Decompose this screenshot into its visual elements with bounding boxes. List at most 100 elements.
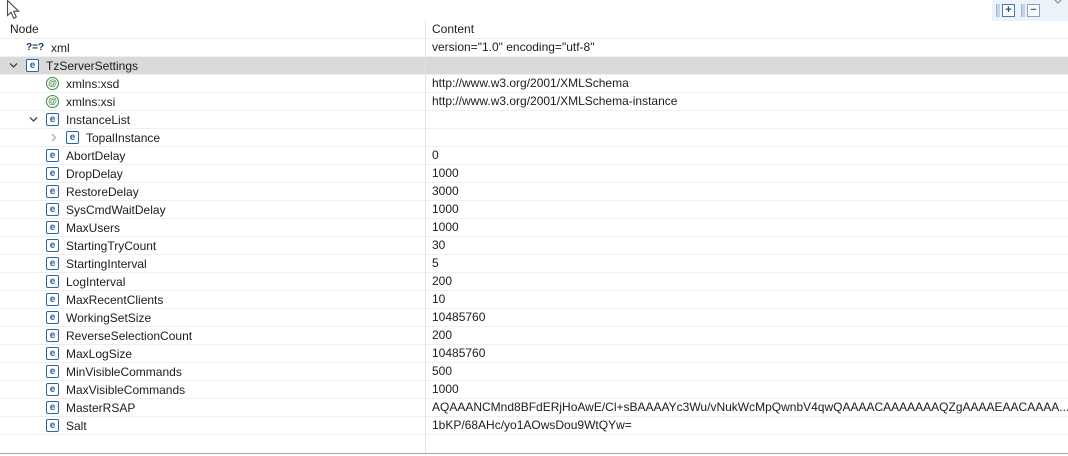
content-value: version="1.0" encoding="utf-8": [425, 39, 1068, 56]
node-label: DropDelay: [66, 167, 123, 181]
element-icon: e: [46, 239, 59, 252]
element-icon: e: [46, 365, 59, 378]
tree-row[interactable]: eMaxRecentClients10: [0, 291, 1068, 309]
panel-chevron-down-icon[interactable]: [1053, 0, 1063, 5]
node-label: AbortDelay: [66, 149, 125, 163]
chevron-spacer: [26, 183, 46, 200]
node-label: MasterRSAP: [66, 401, 135, 415]
element-icon: e: [26, 59, 39, 72]
node-label: TzServerSettings: [46, 59, 138, 73]
expand-all-button[interactable]: +: [996, 3, 1015, 18]
collapse-all-button[interactable]: −: [1021, 3, 1040, 18]
node-label: MaxRecentClients: [66, 293, 163, 307]
element-icon: e: [46, 221, 59, 234]
element-icon: e: [46, 149, 59, 162]
content-value: 200: [425, 273, 1068, 290]
node-cell: eSysCmdWaitDelay: [0, 201, 425, 218]
xml-grid: Node Content ?=? xml version="1.0" encodin…: [0, 21, 1068, 456]
xml-declaration-icon: ?=?: [26, 39, 44, 56]
tree-row[interactable]: @xmlns:xsdhttp://www.w3.org/2001/XMLSche…: [0, 75, 1068, 93]
tree-row[interactable]: e MinVisibleCommands 500: [0, 363, 1068, 381]
tree-row[interactable]: eSysCmdWaitDelay1000: [0, 201, 1068, 219]
chevron-spacer: [26, 75, 46, 92]
toolbar-button-group: + −: [992, 0, 1068, 21]
node-cell: e DropDelay: [0, 165, 425, 182]
element-icon: e: [46, 203, 59, 216]
node-label: MinVisibleCommands: [66, 365, 182, 379]
element-icon: e: [46, 113, 59, 126]
content-value: AQAAANCMnd8BFdERjHoAwE/Cl+sBAAAAYc3Wu/vN…: [425, 399, 1068, 416]
node-cell: e StartingInterval: [0, 255, 425, 272]
column-separator[interactable]: [425, 21, 426, 453]
tree-row[interactable]: eMaxVisibleCommands1000: [0, 381, 1068, 399]
content-value: http://www.w3.org/2001/XMLSchema-instanc…: [425, 93, 1068, 110]
attribute-icon: @: [46, 95, 59, 108]
collapse-all-bar-icon: [1021, 4, 1025, 17]
tree-row[interactable]: eStartingTryCount30: [0, 237, 1068, 255]
content-value: 1000: [425, 201, 1068, 218]
attribute-icon: @: [46, 77, 59, 90]
expand-all-bar-icon: [996, 4, 1000, 17]
node-cell: e TopalInstance: [0, 129, 425, 146]
element-icon: e: [46, 311, 59, 324]
node-label: xmlns:xsd: [66, 77, 119, 91]
node-cell: eInstanceList: [0, 111, 425, 128]
node-label: xml: [51, 41, 70, 55]
chevron-spacer: [26, 363, 46, 380]
node-label: LogInterval: [66, 275, 125, 289]
grid-bottom-border: [0, 453, 1068, 454]
content-value: 5: [425, 255, 1068, 272]
tree-row[interactable]: eMaxUsers1000: [0, 219, 1068, 237]
element-icon: e: [66, 131, 79, 144]
tree-row[interactable]: eAbortDelay0: [0, 147, 1068, 165]
grid-header: Node Content: [0, 21, 1068, 39]
node-label: xmlns:xsi: [66, 95, 115, 109]
content-value: 1000: [425, 381, 1068, 398]
content-value: [425, 57, 1068, 74]
node-label: StartingTryCount: [66, 239, 156, 253]
element-icon: e: [46, 347, 59, 360]
tree-row[interactable]: eMaxLogSize10485760: [0, 345, 1068, 363]
content-value: 200: [425, 327, 1068, 344]
node-cell: eReverseSelectionCount: [0, 327, 425, 344]
chevron-expanded-icon[interactable]: [6, 57, 26, 74]
node-label: ReverseSelectionCount: [66, 329, 192, 343]
node-cell: e AbortDelay: [0, 147, 425, 164]
node-cell: eSalt: [0, 417, 425, 434]
content-value: 1000: [425, 219, 1068, 236]
chevron-spacer: [26, 93, 46, 110]
element-icon: e: [46, 257, 59, 270]
tree-row[interactable]: ?=? xml version="1.0" encoding="utf-8": [0, 39, 1068, 57]
node-label: MaxVisibleCommands: [66, 383, 185, 397]
tree-row[interactable]: eLogInterval200: [0, 273, 1068, 291]
tree-row[interactable]: e TzServerSettings: [0, 57, 1068, 75]
chevron-spacer: [6, 39, 26, 56]
element-icon: e: [46, 167, 59, 180]
tree-row[interactable]: e StartingInterval 5: [0, 255, 1068, 273]
tree-row[interactable]: @ xmlns:xsi http://www.w3.org/2001/XMLSche…: [0, 93, 1068, 111]
node-column-header[interactable]: Node: [0, 21, 425, 38]
tree-row[interactable]: eWorkingSetSize10485760: [0, 309, 1068, 327]
content-column-header[interactable]: Content: [425, 21, 1068, 38]
tree-row[interactable]: eMasterRSAPAQAAANCMnd8BFdERjHoAwE/Cl+sBA…: [0, 399, 1068, 417]
content-value: [425, 129, 1068, 146]
chevron-spacer: [26, 399, 46, 416]
content-value: 500: [425, 363, 1068, 380]
tree-row[interactable]: eDropDelay1000: [0, 165, 1068, 183]
node-label: WorkingSetSize: [66, 311, 151, 325]
tree-row[interactable]: eSalt1bKP/68AHc/yo1AOwsDou9WtQYw=: [0, 417, 1068, 435]
node-label: StartingInterval: [66, 257, 147, 271]
node-cell: e WorkingSetSize: [0, 309, 425, 326]
tree-row[interactable]: eRestoreDelay3000: [0, 183, 1068, 201]
tree-row[interactable]: e TopalInstance: [0, 129, 1068, 147]
content-value: 10485760: [425, 345, 1068, 362]
tree-row[interactable]: eInstanceList: [0, 111, 1068, 129]
node-cell: eMaxLogSize: [0, 345, 425, 362]
chevron-expanded-icon[interactable]: [26, 111, 46, 128]
content-value: 10: [425, 291, 1068, 308]
node-cell: eRestoreDelay: [0, 183, 425, 200]
node-label: TopalInstance: [86, 131, 160, 145]
chevron-collapsed-icon[interactable]: [46, 129, 66, 146]
content-value: 1bKP/68AHc/yo1AOwsDou9WtQYw=: [425, 417, 1068, 434]
tree-row[interactable]: eReverseSelectionCount200: [0, 327, 1068, 345]
